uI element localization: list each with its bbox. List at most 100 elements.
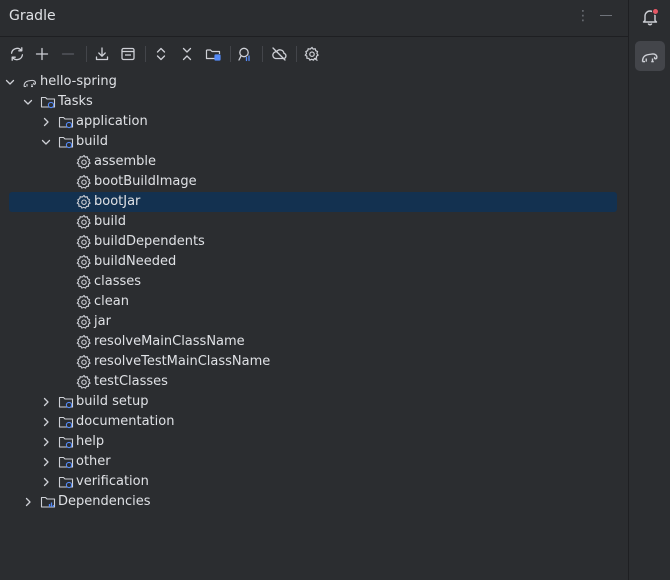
collapse-all-icon [182, 47, 192, 61]
chevron-right-icon[interactable] [22, 496, 34, 508]
tree-item-label: help [76, 434, 105, 449]
plus-icon [35, 47, 49, 61]
header-divider [0, 36, 628, 37]
tree-item-label: jar [94, 314, 111, 329]
tree-item-build-group[interactable]: build [0, 132, 628, 152]
toolbar-separator [230, 46, 231, 62]
link-gradle-project-button[interactable] [31, 43, 53, 65]
execute-gradle-task-button[interactable] [117, 43, 139, 65]
tree-item-task[interactable]: bootBuildImage [0, 172, 628, 192]
gear-icon [76, 314, 91, 329]
cloud-off-icon [272, 47, 287, 61]
chevron-right-icon[interactable] [40, 476, 52, 488]
task-folder-icon [58, 456, 74, 469]
toolbar-separator [262, 46, 263, 62]
chevron-right-icon[interactable] [40, 436, 52, 448]
tree-item-task[interactable]: buildDependents [0, 232, 628, 252]
more-options-icon[interactable]: ⋮ [576, 6, 590, 26]
gradle-toolbar [0, 40, 628, 68]
tree-item-help[interactable]: help [0, 432, 628, 452]
tree-item-label: resolveTestMainClassName [94, 354, 271, 369]
tree-item-label: resolveMainClassName [94, 334, 245, 349]
right-tool-window-bar [629, 0, 670, 580]
reload-all-gradle-projects-button[interactable] [6, 43, 28, 65]
tree-item-other[interactable]: other [0, 452, 628, 472]
gear-icon [76, 374, 91, 389]
task-folder-icon [58, 396, 74, 409]
gear-icon [76, 214, 91, 229]
chevron-down-icon[interactable] [40, 136, 52, 148]
gear-icon [76, 174, 91, 189]
tree-item-label: testClasses [94, 374, 168, 389]
gear-icon [76, 254, 91, 269]
gear-icon [76, 194, 91, 209]
tree-item-task[interactable]: assemble [0, 152, 628, 172]
hide-tool-window-icon[interactable] [600, 15, 612, 16]
tree-item-label: buildDependents [94, 234, 205, 249]
tree-item-task[interactable]: build [0, 212, 628, 232]
toolbar-separator [296, 46, 297, 62]
download-sources-button[interactable] [91, 43, 113, 65]
tree-item-label: application [76, 114, 148, 129]
tree-item-tasks[interactable]: Tasks [0, 92, 628, 112]
build-tool-settings-button[interactable] [301, 43, 323, 65]
chevron-right-icon[interactable] [40, 456, 52, 468]
gradle-tool-window-button[interactable] [635, 41, 665, 71]
tree-item-verification[interactable]: verification [0, 472, 628, 492]
task-folder-icon [40, 96, 56, 109]
download-icon [95, 47, 109, 61]
collapse-all-button[interactable] [176, 43, 198, 65]
unlink-gradle-project-button[interactable] [57, 43, 79, 65]
bell-icon [642, 8, 659, 26]
gradle-elephant-icon [641, 53, 658, 63]
folder-settings-icon [205, 49, 221, 61]
tree-item-hello-spring[interactable]: hello-spring [0, 72, 628, 92]
tree-item-task[interactable]: classes [0, 272, 628, 292]
task-folder-icon [58, 416, 74, 429]
chevron-down-icon[interactable] [22, 96, 34, 108]
open-settings-file-button[interactable] [202, 43, 224, 65]
gear-icon [76, 274, 91, 289]
toolbar-separator [86, 46, 87, 62]
tree-item-dependencies[interactable]: Dependencies [0, 492, 628, 512]
gear-icon [76, 334, 91, 349]
tree-item-build-setup[interactable]: build setup [0, 392, 628, 412]
tree-item-task[interactable]: resolveMainClassName [0, 332, 628, 352]
task-folder-icon [58, 436, 74, 449]
tree-item-label: Dependencies [58, 494, 151, 509]
tree-item-task[interactable]: jar [0, 312, 628, 332]
gradle-elephant-icon [23, 79, 37, 88]
tree-item-task[interactable]: resolveTestMainClassName [0, 352, 628, 372]
chevron-right-icon[interactable] [40, 416, 52, 428]
analyze-dependencies-button[interactable] [234, 43, 256, 65]
tree-item-task[interactable]: buildNeeded [0, 252, 628, 272]
tool-window-header: Gradle ⋮ [0, 0, 628, 34]
gear-icon [76, 234, 91, 249]
minus-icon [61, 53, 75, 55]
tree-item-label: documentation [76, 414, 175, 429]
chevron-down-icon[interactable] [4, 76, 16, 88]
tree-item-application[interactable]: application [0, 112, 628, 132]
tree-item-label: Tasks [58, 94, 93, 109]
expand-all-button[interactable] [150, 43, 172, 65]
gear-icon [76, 154, 91, 169]
tree-item-task[interactable]: clean [0, 292, 628, 312]
tree-item-task[interactable]: testClasses [0, 372, 628, 392]
tree-item-documentation[interactable]: documentation [0, 412, 628, 432]
toggle-offline-mode-button[interactable] [268, 43, 290, 65]
tree-item-label: bootBuildImage [94, 174, 197, 189]
task-folder-icon [58, 116, 74, 129]
tree-item-label: build setup [76, 394, 149, 409]
tree-item-label: classes [94, 274, 142, 289]
notifications-button[interactable] [635, 2, 665, 32]
chevron-right-icon[interactable] [40, 116, 52, 128]
tree-item-label: hello-spring [40, 74, 117, 89]
task-folder-icon [58, 476, 74, 489]
tree-item-label: buildNeeded [94, 254, 177, 269]
tree-item-label: verification [76, 474, 149, 489]
tool-window-title: Gradle [9, 8, 56, 24]
tree-item-task-selected[interactable]: bootJar [9, 192, 617, 212]
tree-item-label: assemble [94, 154, 157, 169]
chevron-right-icon[interactable] [40, 396, 52, 408]
tree-item-label: clean [94, 294, 129, 309]
